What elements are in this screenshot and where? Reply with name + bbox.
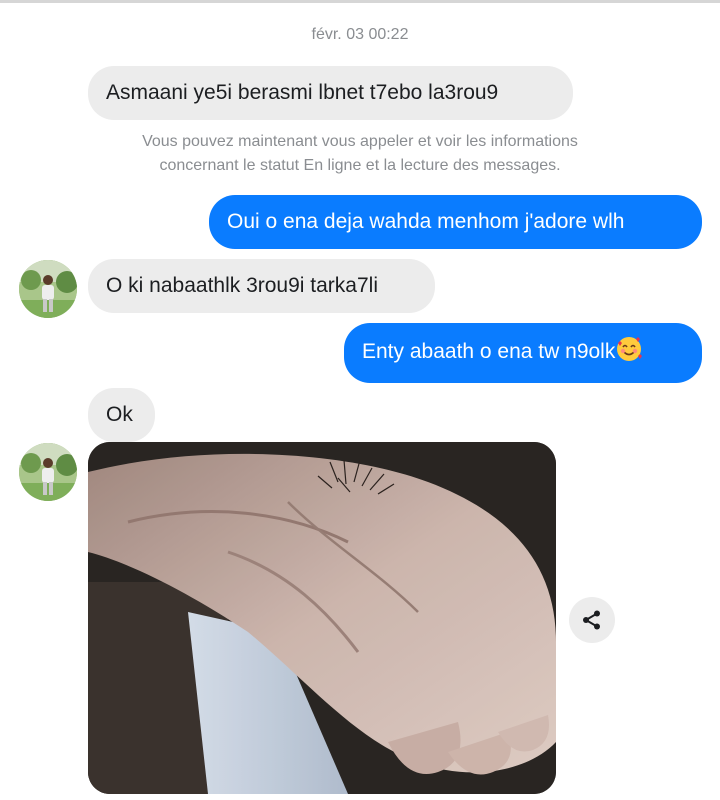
- message-bubble-incoming[interactable]: O ki nabaathlk 3rou9i tarka7li: [88, 259, 435, 313]
- message-text: Enty abaath o ena tw n9olk: [362, 340, 616, 363]
- message-text: Ok: [106, 403, 133, 426]
- system-notice: Vous pouvez maintenant vous appeler et v…: [0, 130, 720, 178]
- avatar-photo: [19, 260, 77, 318]
- message-bubble-outgoing[interactable]: Oui o ena deja wahda menhom j'adore wlh: [209, 195, 702, 249]
- smiling-face-with-hearts-icon: [616, 336, 643, 370]
- message-bubble-outgoing[interactable]: Enty abaath o ena tw n9olk: [344, 323, 702, 383]
- notice-line: concernant le statut En ligne et la lect…: [159, 157, 561, 174]
- contact-avatar[interactable]: [19, 443, 77, 501]
- foot-photo: [88, 442, 556, 794]
- contact-avatar[interactable]: [19, 260, 77, 318]
- notice-line: Vous pouvez maintenant vous appeler et v…: [142, 133, 578, 150]
- share-button[interactable]: [569, 597, 615, 643]
- message-bubble-incoming[interactable]: Ok: [88, 388, 155, 442]
- message-bubble-incoming[interactable]: Asmaani ye5i berasmi lbnet t7ebo la3rou9: [88, 66, 573, 120]
- message-text: O ki nabaathlk 3rou9i tarka7li: [106, 274, 378, 297]
- avatar-photo: [19, 443, 77, 501]
- top-divider: [0, 0, 720, 3]
- message-text: Oui o ena deja wahda menhom j'adore wlh: [227, 210, 625, 233]
- photo-attachment[interactable]: [88, 442, 556, 794]
- message-text: Asmaani ye5i berasmi lbnet t7ebo la3rou9: [106, 81, 499, 104]
- timestamp: févr. 03 00:22: [311, 26, 409, 43]
- share-icon: [583, 610, 600, 630]
